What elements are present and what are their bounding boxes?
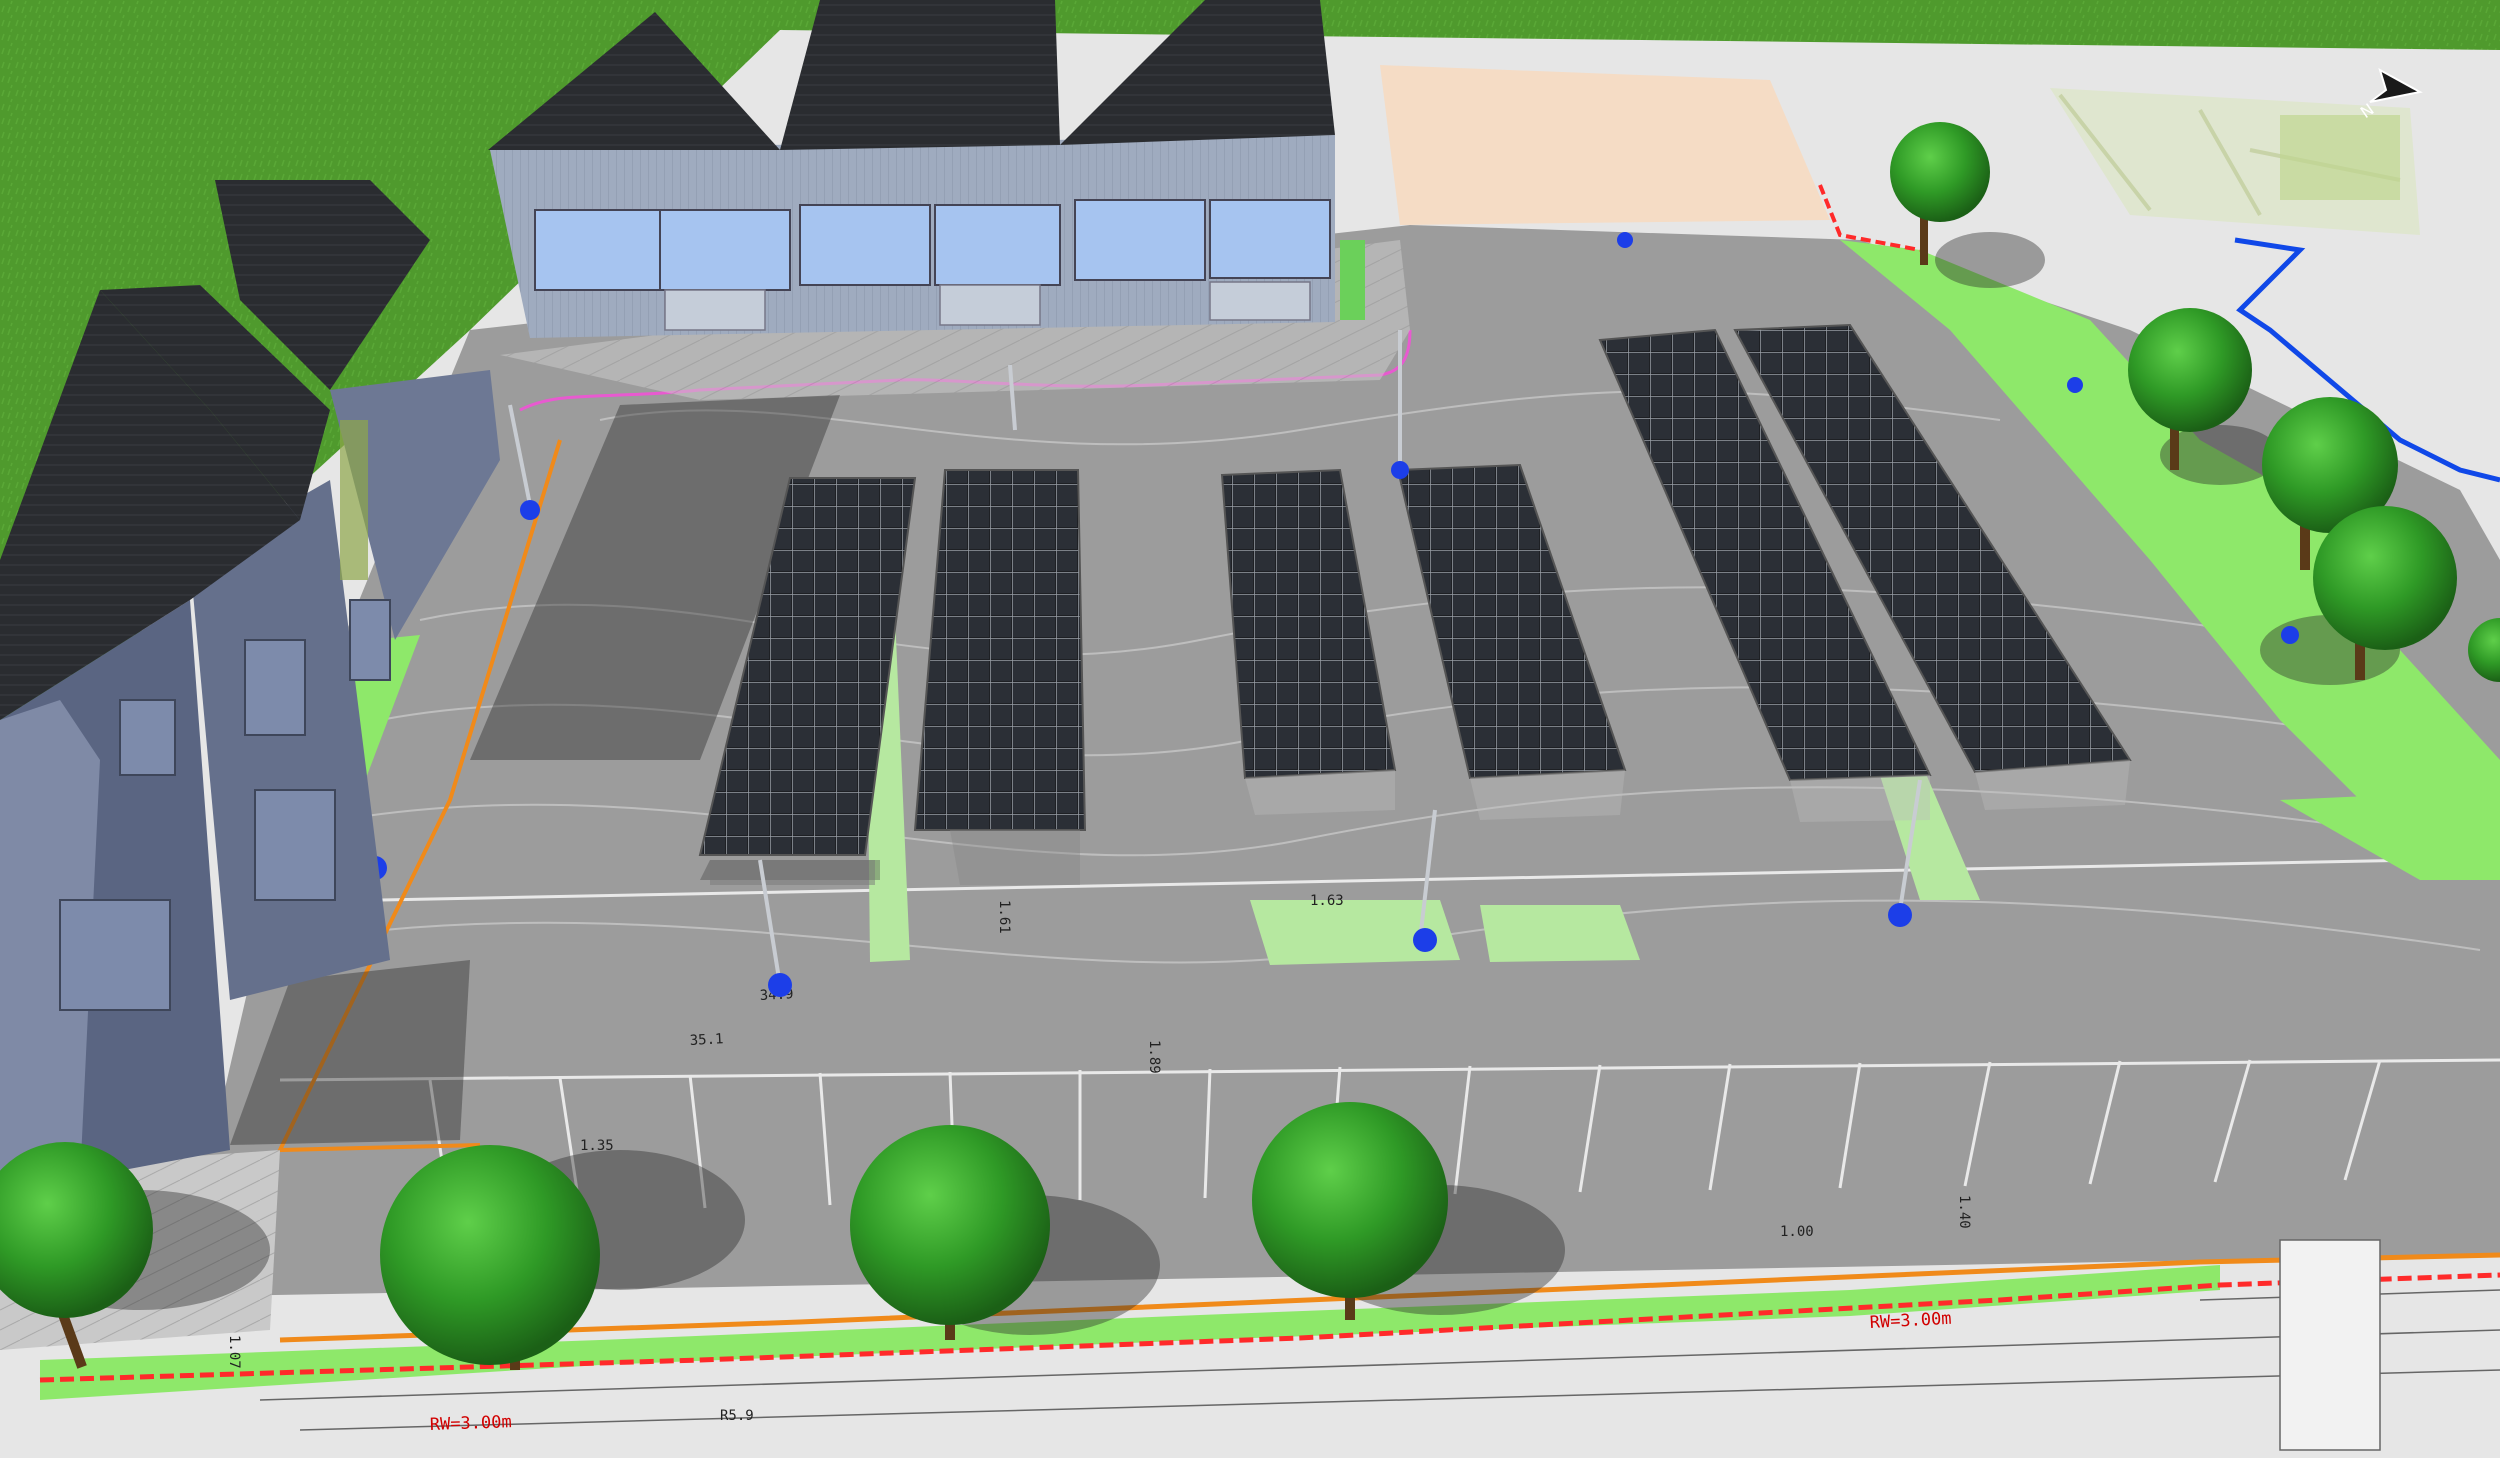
spot-height-3: 1.63 — [1310, 893, 1344, 909]
upper-yard — [1380, 65, 1830, 225]
warehouse-building — [488, 0, 1365, 338]
street-label-3: R5.9 — [720, 1408, 754, 1424]
spot-height-2: 35.1 — [689, 1031, 724, 1049]
street-label-1: RW=3.00m — [1869, 1309, 1952, 1333]
site-model-scene[interactable]: 34.9 35.1 1.63 1.89 1.61 1.35 1.40 1.07 … — [0, 0, 2500, 1458]
row-house-accent — [340, 420, 368, 580]
green-island-3 — [1480, 905, 1640, 962]
north-arrow-icon — [2369, 67, 2423, 103]
map-inset-highlight — [2280, 115, 2400, 200]
spot-height-9: 1.00 — [1780, 1224, 1814, 1240]
warehouse-green-door — [1340, 240, 1365, 320]
compass[interactable]: N — [2360, 62, 2430, 122]
spot-height-7: 1.40 — [1956, 1195, 1972, 1229]
compass-label: N — [2360, 100, 2377, 122]
street-label-2: RW=3.00m — [429, 1412, 512, 1435]
spot-height-8: 1.07 — [226, 1335, 242, 1369]
warehouse-roof-2 — [780, 0, 1060, 150]
solar-panel-array-2 — [913, 469, 1087, 831]
spot-height-5: 1.61 — [996, 900, 1012, 934]
solar-carport-2 — [913, 469, 1087, 885]
3d-viewport[interactable]: 34.9 35.1 1.63 1.89 1.61 1.35 1.40 1.07 … — [0, 0, 2500, 1458]
spot-height-4: 1.89 — [1146, 1040, 1162, 1074]
